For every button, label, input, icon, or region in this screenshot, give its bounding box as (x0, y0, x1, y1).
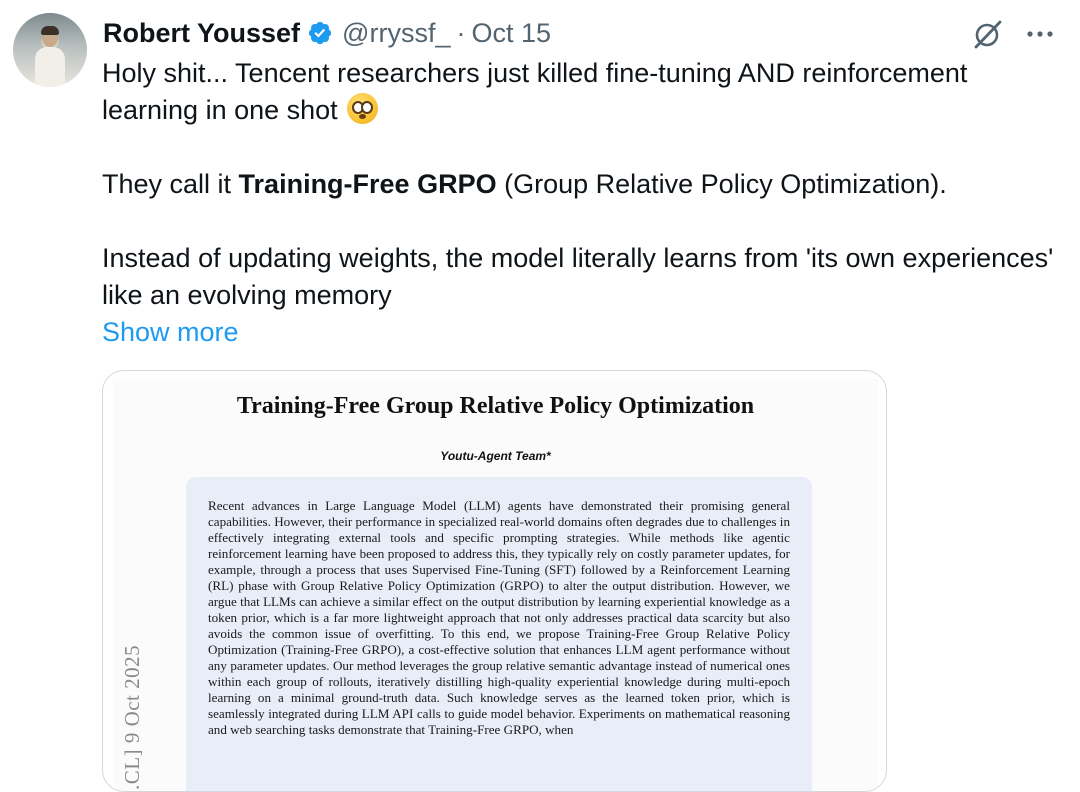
tweet-para3: Instead of updating weights, the model l… (102, 243, 1054, 310)
tweet-para2-prefix: They call it (102, 169, 239, 199)
header-separator: · (456, 17, 466, 48)
tweet-para2-suffix: (Group Relative Policy Optimization). (496, 169, 947, 199)
paper-title: Training-Free Group Relative Policy Opti… (236, 393, 755, 419)
show-more-link[interactable]: Show more (102, 317, 239, 347)
paper-author: Youtu-Agent Team* (440, 449, 551, 463)
avatar-figure-hair (41, 26, 59, 35)
verified-badge-icon (308, 21, 332, 45)
tweet-paragraph-2: They call it Training-Free GRPO (Group R… (102, 166, 1062, 203)
paper-abstract: Recent advances in Large Language Model … (186, 477, 812, 791)
media-card[interactable]: Training-Free Group Relative Policy Opti… (102, 370, 887, 792)
author-avatar[interactable] (13, 13, 87, 87)
more-options-icon[interactable] (1025, 24, 1055, 44)
author-handle[interactable]: @rryssf_ (342, 18, 450, 49)
avatar-figure-body (35, 47, 65, 87)
tweet-line-1: Holy shit... Tencent researchers just ki… (102, 58, 968, 125)
tweet-paragraph-3: Instead of updating weights, the model l… (102, 240, 1062, 351)
arxiv-side-label: [cs.CL] 9 Oct 2025 (120, 586, 144, 792)
abstract-text: Recent advances in Large Language Model … (208, 498, 790, 737)
author-name[interactable]: Robert Youssef (103, 18, 300, 49)
arxiv-side-label-text: [cs.CL] 9 Oct 2025 (120, 644, 144, 792)
tweet-header: Robert Youssef @rryssf_ · Oct 15 (103, 14, 551, 52)
paper-image: Training-Free Group Relative Policy Opti… (113, 379, 878, 792)
tweet-date[interactable]: Oct 15 (471, 18, 551, 49)
flushed-face-emoji-icon (347, 93, 379, 124)
grok-icon[interactable] (972, 18, 1004, 50)
tweet-paragraph-1: Holy shit... Tencent researchers just ki… (102, 55, 1062, 129)
tweet-text: Holy shit... Tencent researchers just ki… (102, 55, 1062, 351)
tweet-para2-bold: Training-Free GRPO (238, 169, 497, 199)
